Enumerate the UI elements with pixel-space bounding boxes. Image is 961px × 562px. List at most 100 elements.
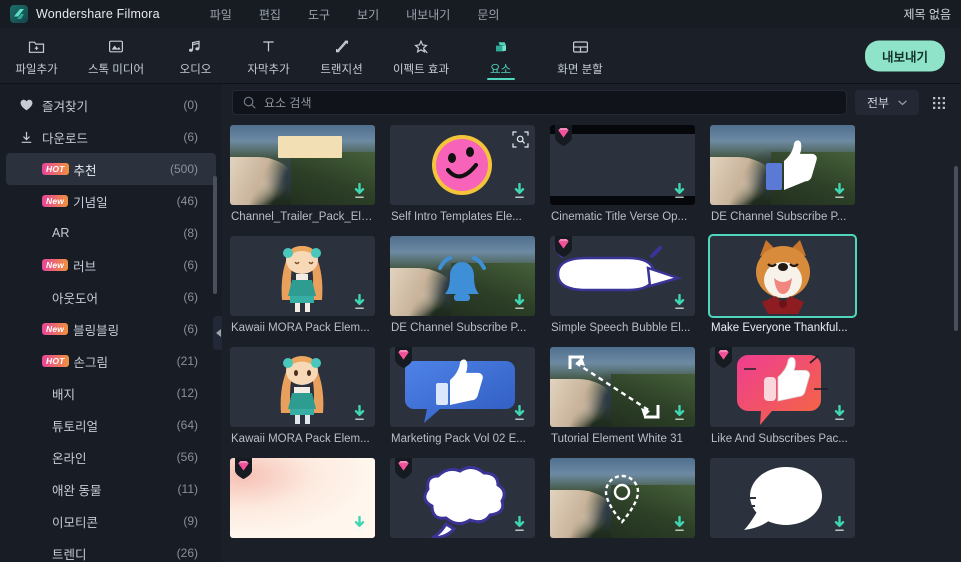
filter-dropdown[interactable]: 전부 [855,90,919,115]
sidebar-item-badge[interactable]: 배지 (12) [6,377,216,409]
element-thumbnail [390,458,535,538]
download-icon[interactable] [512,516,527,533]
grid-view-toggle[interactable] [927,91,951,115]
tool-split-screen[interactable]: 화면 분할 [537,28,623,83]
sidebar-item-label: 다운로드 [42,131,89,146]
tool-add-subtitle[interactable]: 자막추가 [232,28,305,83]
menu-tools[interactable]: 도구 [308,6,330,23]
download-icon[interactable] [512,183,527,200]
sidebar-item-recommended[interactable]: HOT 추천 (500) [6,153,216,185]
sidebar-item-blingbling[interactable]: New 블링블링 (6) [6,313,216,345]
download-icon[interactable] [512,405,527,422]
element-thumbnail [390,125,535,205]
premium-gem-icon [715,347,732,368]
tool-elements[interactable]: 요소 [464,28,537,83]
sidebar-list[interactable]: 즐겨찾기 (0) 다운로드 (6) HOT 추천 (500) New 기념일 (… [0,84,222,562]
heart-icon [20,99,42,111]
sidebar-item-anniversary[interactable]: New 기념일 (46) [6,185,216,217]
sidebar-item-downloads[interactable]: 다운로드 (6) [6,121,216,153]
menu-view[interactable]: 보기 [357,6,379,23]
download-icon[interactable] [512,294,527,311]
menu-contact[interactable]: 문의 [477,6,499,23]
download-icon[interactable] [352,294,367,311]
element-title: Simple Speech Bubble El... [551,322,691,334]
download-icon[interactable] [352,405,367,422]
element-card[interactable]: Simple Speech Bubble El... [550,236,695,334]
grid-view-icon [933,96,945,109]
download-icon[interactable] [832,516,847,533]
element-card[interactable]: Make Everyone Thankful... [710,236,855,334]
sidebar-item-label: 애완 동물 [52,483,102,498]
download-icon[interactable] [832,405,847,422]
search-input[interactable] [264,95,836,110]
export-button[interactable]: 내보내기 [864,40,945,71]
sidebar-collapse-handle[interactable] [213,316,222,350]
sidebar-item-love[interactable]: New 러브 (6) [6,249,216,281]
premium-gem-icon [555,236,572,257]
sidebar-item-count: (500) [169,162,198,176]
sidebar-item-label: 온라인 [52,451,87,466]
tool-transition[interactable]: 트랜지션 [305,28,378,83]
menu-file[interactable]: 파일 [210,6,232,23]
tool-stock-media[interactable]: 스톡 미디어 [73,28,159,83]
element-title: Kawaii MORA Pack Elem... [231,433,370,445]
sidebar-item-trendy[interactable]: 트렌디 (26) [6,537,216,562]
sidebar-item-ar[interactable]: AR (8) [6,217,216,249]
element-card[interactable] [390,458,535,544]
sidebar-item-emoticon[interactable]: 이모티콘 (9) [6,505,216,537]
search-field[interactable] [232,90,847,115]
tool-effects[interactable]: 이펙트 효과 [378,28,464,83]
element-card[interactable]: Kawaii MORA Pack Elem... [230,347,375,445]
tool-label: 이펙트 효과 [392,63,450,76]
element-title: Like And Subscribes Pac... [711,433,848,445]
download-icon[interactable] [832,183,847,200]
premium-gem-icon [555,125,572,146]
element-card[interactable]: Like And Subscribes Pac... [710,347,855,445]
element-card[interactable]: Channel_Trailer_Pack_Ele... [230,125,375,223]
grid-scrollbar[interactable] [954,166,958,331]
sidebar-item-handdrawn[interactable]: HOT 손그림 (21) [6,345,216,377]
sidebar-item-outdoor[interactable]: 아웃도어 (6) [6,281,216,313]
elements-icon [493,37,509,57]
element-thumbnail [230,458,375,538]
element-title: Self Intro Templates Ele... [391,211,522,223]
download-icon[interactable] [672,183,687,200]
element-card[interactable]: Tutorial Element White 31 [550,347,695,445]
element-card[interactable]: Cinematic Title Verse Op... [550,125,695,223]
download-icon[interactable] [672,516,687,533]
menu-edit[interactable]: 편집 [259,6,281,23]
download-icon[interactable] [352,183,367,200]
sidebar-item-online[interactable]: 온라인 (56) [6,441,216,473]
element-card[interactable] [550,458,695,544]
element-card[interactable] [710,458,855,544]
element-card[interactable]: DE Channel Subscribe P... [710,125,855,223]
filmora-window: Wondershare Filmora 파일 편집 도구 보기 내보내기 문의 … [0,0,961,562]
tool-audio[interactable]: 오디오 [159,28,232,83]
element-card[interactable] [230,458,375,544]
download-icon[interactable] [672,405,687,422]
element-card[interactable]: DE Channel Subscribe P... [390,236,535,334]
sidebar-item-tutorial[interactable]: 튜토리얼 (64) [6,409,216,441]
element-card[interactable]: Marketing Pack Vol 02 E... [390,347,535,445]
sidebar-scrollbar[interactable] [213,176,217,294]
sidebar-item-label: 트렌디 [52,547,87,562]
element-card[interactable]: Kawaii MORA Pack Elem... [230,236,375,334]
sidebar-item-label: 손그림 [73,355,109,370]
sidebar-item-count: (56) [176,450,198,464]
element-thumbnail [710,347,855,427]
text-title-icon [261,37,276,57]
sidebar-item-label: 즐겨찾기 [42,99,89,114]
sidebar-item-pets[interactable]: 애완 동물 (11) [6,473,216,505]
sidebar-item-label: 추천 [73,163,97,178]
tool-label: 스톡 미디어 [87,63,145,76]
menu-export[interactable]: 내보내기 [406,6,450,23]
tool-add-file[interactable]: 파일추가 [0,28,73,83]
preview-icon[interactable] [512,131,529,148]
sidebar-item-label: 배지 [52,387,76,402]
sidebar-item-favorites[interactable]: 즐겨찾기 (0) [6,89,216,121]
search-icon [243,96,256,109]
element-card[interactable]: Self Intro Templates Ele... [390,125,535,223]
app-body: 즐겨찾기 (0) 다운로드 (6) HOT 추천 (500) New 기념일 (… [0,84,961,562]
download-icon[interactable] [672,294,687,311]
download-icon[interactable] [352,516,367,533]
